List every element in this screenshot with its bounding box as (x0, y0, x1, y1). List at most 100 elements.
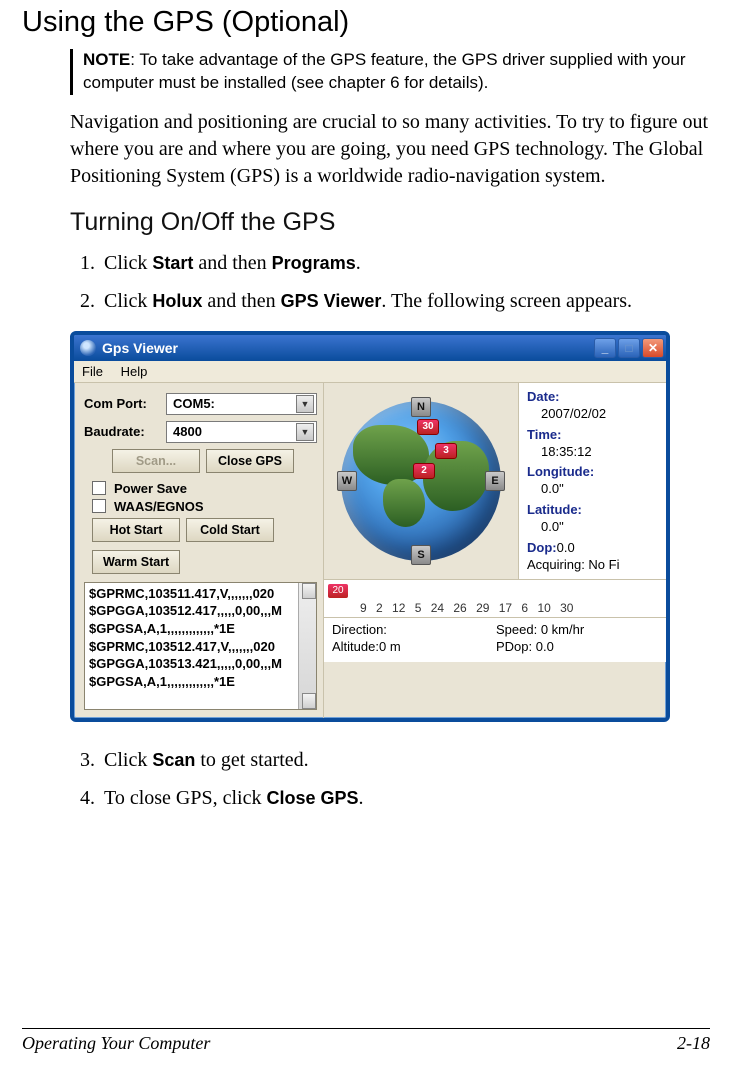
lat-label: Latitude: (527, 502, 662, 519)
compass-n: N (411, 397, 431, 417)
step-bold: Scan (152, 750, 195, 770)
warm-start-button[interactable]: Warm Start (92, 550, 180, 574)
step-1: Click Start and then Programs. (100, 247, 710, 279)
speed-label: Speed: (496, 622, 537, 637)
left-panel: Com Port: COM5: ▼ Baudrate: 4800 ▼ Scan.… (74, 383, 324, 718)
waas-checkbox[interactable]: WAAS/EGNOS (92, 499, 317, 514)
lon-label: Longitude: (527, 464, 662, 481)
nmea-line: $GPGGA,103513.421,,,,,0,00,,,M (89, 655, 312, 673)
checkbox-icon[interactable] (92, 481, 106, 495)
titlebar[interactable]: Gps Viewer _ □ ✕ (74, 335, 666, 361)
footer-right: 2-18 (677, 1033, 710, 1054)
step-bold: Start (152, 253, 193, 273)
checkbox-icon[interactable] (92, 499, 106, 513)
sat-badge: 30 (417, 419, 439, 435)
date-value: 2007/02/02 (541, 406, 662, 423)
page-footer: Operating Your Computer 2-18 (22, 1028, 710, 1054)
sat-badge: 20 (328, 584, 348, 598)
note-text: : To take advantage of the GPS feature, … (83, 50, 686, 92)
step-bold: Programs (272, 253, 356, 273)
comport-select[interactable]: COM5: ▼ (166, 393, 317, 415)
compass-w: W (337, 471, 357, 491)
pdop-label: PDop: (496, 639, 532, 654)
sat-signal-strip: 20 9 2 12 5 24 26 29 17 6 10 30 (324, 579, 666, 617)
step-text: . (359, 787, 364, 809)
window-title: Gps Viewer (102, 340, 178, 356)
altitude-label: Altitude: (332, 639, 379, 654)
step-2: Click Holux and then GPS Viewer. The fol… (100, 285, 710, 317)
step-text: Click (104, 290, 152, 312)
minimize-button[interactable]: _ (594, 338, 616, 358)
dop-value: 0.0 (557, 540, 575, 555)
step-text: . The following screen appears. (381, 290, 632, 312)
baudrate-value: 4800 (173, 424, 202, 439)
status-row: Direction: Speed: 0 km/hr Altitude:0 m P… (324, 617, 666, 662)
altitude-value: 0 m (379, 639, 401, 654)
close-button[interactable]: ✕ (642, 338, 664, 358)
direction-label: Direction: (332, 622, 387, 637)
sat-numbers: 9 2 12 5 24 26 29 17 6 10 30 (360, 601, 573, 615)
nmea-line: $GPGGA,103512.417,,,,,0,00,,,M (89, 602, 312, 620)
landmass-icon (383, 479, 425, 527)
step-bold: Close GPS (266, 788, 358, 808)
page-title: Using the GPS (Optional) (22, 6, 710, 39)
steps-list-bottom: Click Scan to get started. To close GPS,… (70, 744, 710, 814)
menubar: File Help (74, 361, 666, 383)
nmea-line: $GPRMC,103512.417,V,,,,,,,020 (89, 638, 312, 656)
step-text: Click (104, 749, 152, 771)
comport-value: COM5: (173, 396, 215, 411)
compass-s: S (411, 545, 431, 565)
step-4: To close GPS, click Close GPS. (100, 782, 710, 814)
maximize-button[interactable]: □ (618, 338, 640, 358)
lat-value: 0.0" (541, 519, 662, 536)
scan-button[interactable]: Scan... (112, 449, 200, 473)
pdop-value: 0.0 (536, 639, 554, 654)
baudrate-select[interactable]: 4800 ▼ (166, 421, 317, 443)
step-text: and then (202, 290, 280, 312)
sat-badge: 3 (435, 443, 457, 459)
footer-left: Operating Your Computer (22, 1033, 210, 1054)
time-value: 18:35:12 (541, 444, 662, 461)
speed-value: 0 km/hr (541, 622, 584, 637)
step-text: Click (104, 252, 152, 274)
section-heading: Turning On/Off the GPS (70, 208, 710, 237)
nmea-line: $GPGSA,A,1,,,,,,,,,,,,,*1E (89, 673, 312, 691)
right-panel: N S E W 30 3 2 Date: 2007/02/02 Time: (324, 383, 666, 718)
step-3: Click Scan to get started. (100, 744, 710, 776)
scrollbar[interactable] (298, 583, 316, 709)
sky-view: N S E W 30 3 2 (324, 383, 518, 579)
cold-start-button[interactable]: Cold Start (186, 518, 274, 542)
step-text: To close GPS, click (104, 787, 266, 809)
compass-e: E (485, 471, 505, 491)
date-label: Date: (527, 389, 662, 406)
menu-help[interactable]: Help (121, 364, 148, 379)
step-text: to get started. (195, 749, 308, 771)
note-label: NOTE (83, 50, 130, 69)
step-bold: GPS Viewer (281, 291, 382, 311)
steps-list-top: Click Start and then Programs. Click Hol… (70, 247, 710, 317)
body-paragraph: Navigation and positioning are crucial t… (70, 109, 710, 190)
time-label: Time: (527, 427, 662, 444)
acquiring-status: Acquiring: No Fi (527, 557, 662, 574)
globe-icon: N S E W 30 3 2 (341, 401, 501, 561)
info-panel: Date: 2007/02/02 Time: 18:35:12 Longitud… (518, 383, 666, 579)
power-save-label: Power Save (114, 481, 187, 496)
chevron-down-icon[interactable]: ▼ (296, 423, 314, 441)
gps-viewer-window: Gps Viewer _ □ ✕ File Help Com Port: COM… (70, 331, 670, 722)
step-text: . (356, 252, 361, 274)
power-save-checkbox[interactable]: Power Save (92, 481, 317, 496)
nmea-line: $GPRMC,103511.417,V,,,,,,,020 (89, 585, 312, 603)
menu-file[interactable]: File (82, 364, 103, 379)
step-bold: Holux (152, 291, 202, 311)
lon-value: 0.0" (541, 481, 662, 498)
comport-label: Com Port: (84, 396, 166, 411)
waas-label: WAAS/EGNOS (114, 499, 204, 514)
app-icon (80, 340, 96, 356)
nmea-line: $GPGSA,A,1,,,,,,,,,,,,,*1E (89, 620, 312, 638)
dop-label: Dop: (527, 540, 557, 555)
hot-start-button[interactable]: Hot Start (92, 518, 180, 542)
close-gps-button[interactable]: Close GPS (206, 449, 294, 473)
step-text: and then (193, 252, 271, 274)
chevron-down-icon[interactable]: ▼ (296, 395, 314, 413)
nmea-output[interactable]: $GPRMC,103511.417,V,,,,,,,020 $GPGGA,103… (84, 582, 317, 710)
